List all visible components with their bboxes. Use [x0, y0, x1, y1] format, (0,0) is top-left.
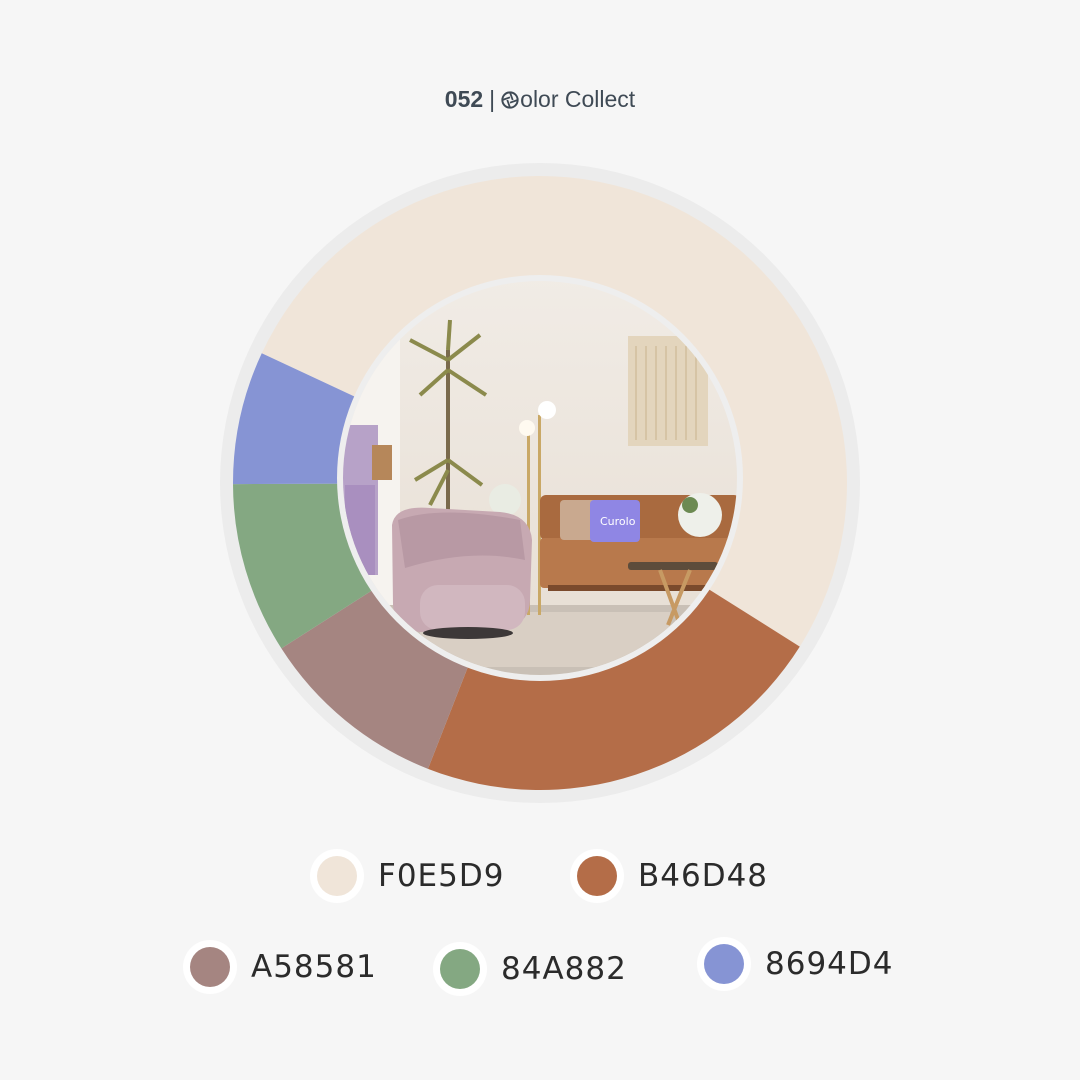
color-swatch — [570, 849, 624, 903]
legend-item-84a882: 84A882 — [433, 942, 627, 996]
color-dot — [317, 856, 357, 896]
color-dot — [577, 856, 617, 896]
hex-label: F0E5D9 — [378, 858, 505, 894]
color-swatch — [697, 937, 751, 991]
hex-label: A58581 — [251, 949, 377, 985]
legend-item-f0e5d9: F0E5D9 — [310, 849, 504, 903]
hex-label: B46D48 — [638, 858, 769, 894]
color-swatch — [310, 849, 364, 903]
legend-item-a58581: A58581 — [183, 940, 377, 994]
color-dot — [440, 949, 480, 989]
color-swatch — [433, 942, 487, 996]
color-dot — [190, 947, 230, 987]
hex-label: 84A882 — [501, 951, 627, 987]
color-swatch — [183, 940, 237, 994]
pillow-text: Curolo — [600, 515, 636, 528]
hex-label: 8694D4 — [765, 946, 894, 982]
color-donut-chart: Curolo — [220, 163, 860, 803]
color-dot — [704, 944, 744, 984]
legend-item-b46d48: B46D48 — [570, 849, 768, 903]
legend-item-8694d4: 8694D4 — [697, 937, 894, 991]
